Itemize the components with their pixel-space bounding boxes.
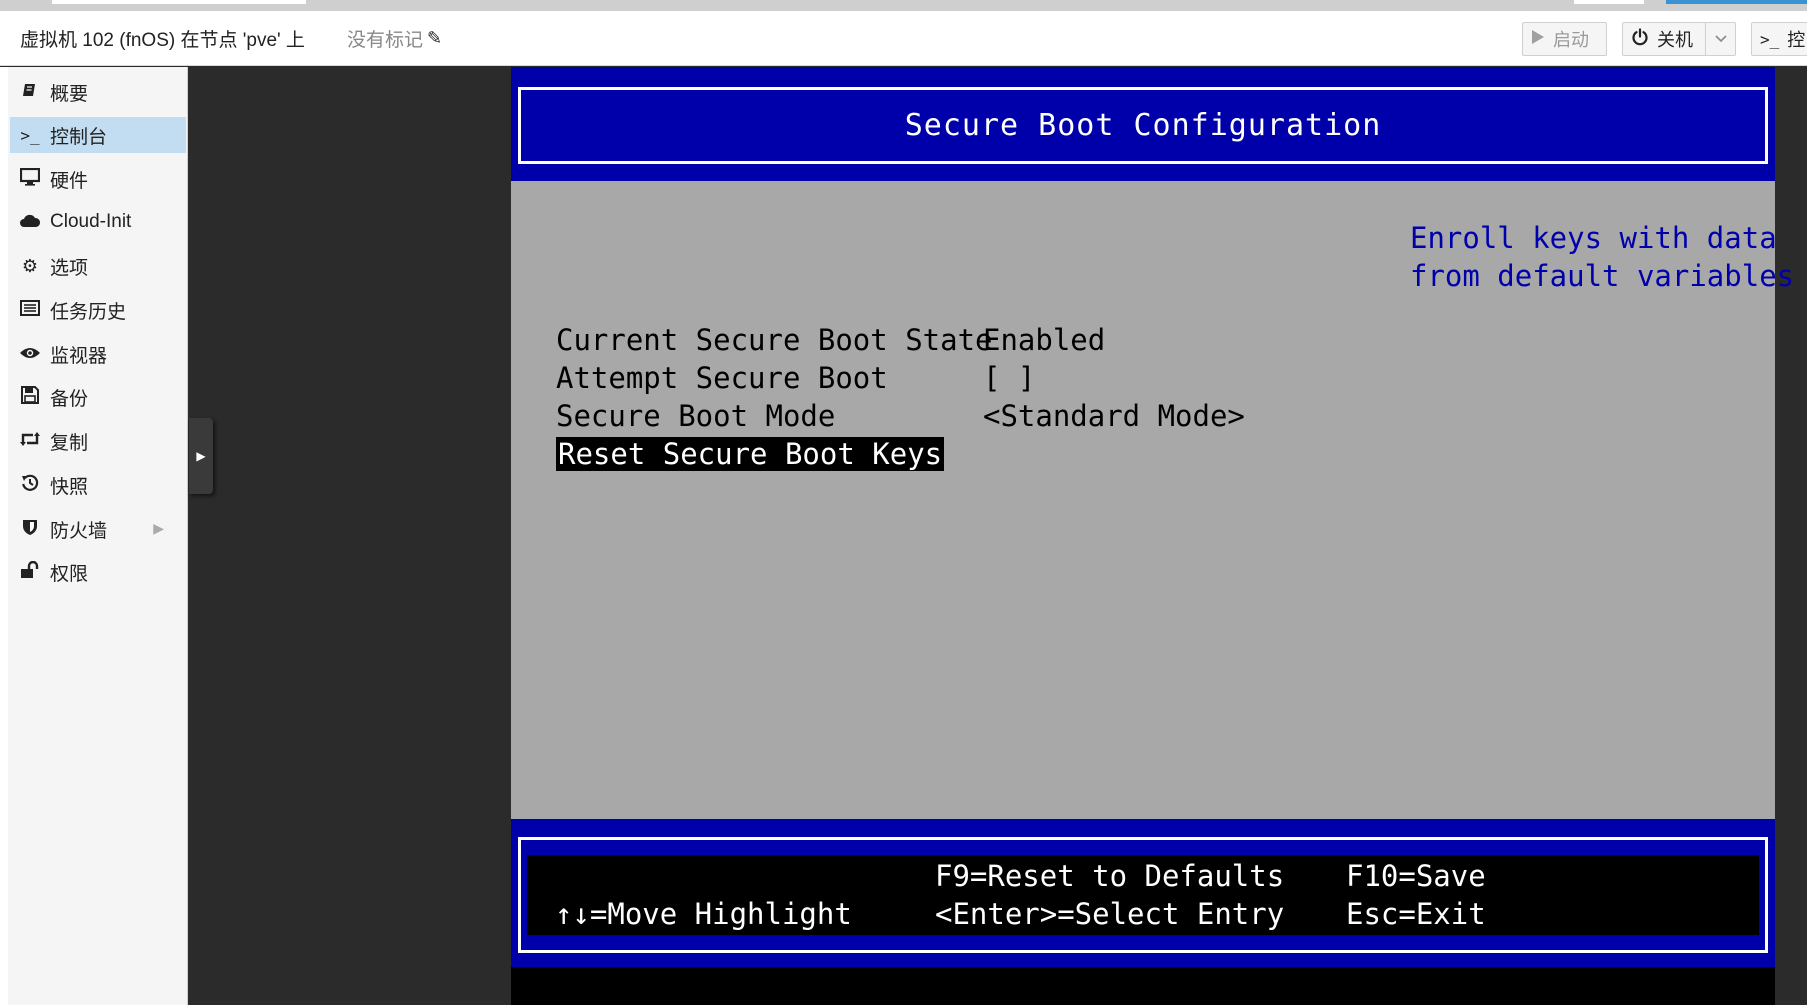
- start-button[interactable]: 启动: [1522, 22, 1607, 56]
- sidebar-item-label: Cloud-Init: [50, 211, 132, 232]
- bios-help-text: Enroll keys with data from default varia…: [1410, 221, 1795, 293]
- page-title: 虚拟机 102 (fnOS) 在节点 'pve' 上: [20, 30, 305, 51]
- top-tab-indicator: [1666, 0, 1807, 4]
- history-icon: [10, 474, 50, 497]
- tags-editor[interactable]: 没有标记 ✎: [347, 25, 442, 52]
- terminal-icon: >_: [20, 125, 40, 145]
- bios-row-label: Secure Boot Mode: [556, 399, 836, 433]
- sidebar-item-label: 监视器: [50, 344, 108, 367]
- cloud-icon: [10, 212, 50, 233]
- sidebar-item-label: 概要: [50, 82, 89, 105]
- sidebar-expand-handle[interactable]: ▶: [189, 418, 213, 494]
- sidebar-item-label: 选项: [50, 256, 89, 279]
- power-icon: [1631, 27, 1649, 51]
- sidebar-item-replication[interactable]: 复制: [10, 423, 186, 459]
- bios-footer: F9=Reset to Defaults F10=Save ↑↓=Move Hi…: [511, 819, 1775, 967]
- shutdown-button[interactable]: 关机: [1622, 22, 1736, 56]
- shield-icon: [10, 518, 50, 541]
- tags-label: 没有标记: [347, 29, 424, 51]
- pencil-icon[interactable]: ✎: [427, 28, 442, 49]
- bios-row-label: Attempt Secure Boot: [556, 361, 888, 395]
- terminal-icon: >_: [1760, 29, 1780, 49]
- footer-f9: F9=Reset to Defaults: [935, 859, 1285, 893]
- vm-header: 虚拟机 102 (fnOS) 在节点 'pve' 上 没有标记 ✎ 启动 关机 …: [0, 11, 1807, 66]
- sidebar-item-permissions[interactable]: 权限: [10, 554, 186, 590]
- gear-icon: ⚙: [21, 255, 39, 277]
- bios-menu-area: Current Secure Boot State Enabled Attemp…: [511, 181, 1794, 819]
- sidebar: 概要 >_ 控制台 硬件 Cloud-Init ⚙ 选项 任务历史 监视器 备份…: [0, 67, 188, 1005]
- bios-title: Secure Boot Configuration: [904, 108, 1382, 143]
- floppy-icon: [10, 385, 50, 409]
- footer-esc: Esc=Exit: [1346, 897, 1486, 931]
- bios-row-label: Current Secure Boot State: [556, 323, 993, 357]
- retweet-icon: [10, 431, 50, 452]
- sidebar-item-label: 快照: [50, 475, 89, 498]
- chevron-right-icon[interactable]: ▶: [153, 521, 164, 537]
- sidebar-item-task-history[interactable]: 任务历史: [10, 292, 186, 328]
- list-icon: [10, 299, 50, 321]
- sidebar-item-snapshot[interactable]: 快照: [10, 467, 186, 503]
- bios-row-attempt-secure-boot[interactable]: Attempt Secure Boot [ ]: [556, 361, 1035, 395]
- sidebar-item-firewall[interactable]: 防火墙 ▶: [10, 511, 186, 547]
- console-button[interactable]: >_ 控: [1751, 22, 1807, 56]
- bios-row-label: Reset Secure Boot Keys: [556, 437, 945, 471]
- sidebar-item-backup[interactable]: 备份: [10, 379, 186, 415]
- footer-enter: <Enter>=Select Entry: [935, 897, 1285, 931]
- footer-f10: F10=Save: [1346, 859, 1486, 893]
- sidebar-item-label: 备份: [50, 387, 89, 410]
- play-icon: [1531, 29, 1545, 50]
- unlock-icon: [10, 560, 50, 584]
- monitor-icon: [10, 167, 50, 191]
- start-button-label: 启动: [1553, 30, 1589, 51]
- bios-row-reset-keys[interactable]: Reset Secure Boot Keys: [556, 437, 945, 471]
- console-button-label: 控: [1787, 30, 1806, 51]
- top-tab-indicator: [52, 0, 306, 4]
- sidebar-item-console[interactable]: >_ 控制台: [10, 117, 186, 153]
- sidebar-item-label: 权限: [50, 562, 89, 585]
- bios-checkbox[interactable]: [ ]: [983, 361, 1035, 395]
- bios-row-secure-boot-mode[interactable]: Secure Boot Mode <Standard Mode>: [556, 399, 1245, 433]
- vm-console-screen[interactable]: Secure Boot Configuration Current Secure…: [511, 67, 1794, 1005]
- sidebar-item-cloud-init[interactable]: Cloud-Init: [10, 204, 186, 240]
- sidebar-item-label: 复制: [50, 431, 89, 454]
- sidebar-item-options[interactable]: ⚙ 选项: [10, 248, 186, 284]
- footer-move: ↑↓=Move Highlight: [555, 897, 852, 931]
- book-icon: [10, 82, 50, 103]
- sidebar-item-label: 控制台: [50, 125, 108, 148]
- chevron-down-icon[interactable]: [1705, 23, 1735, 55]
- sidebar-item-label: 任务历史: [50, 300, 127, 323]
- sidebar-item-summary[interactable]: 概要: [10, 74, 186, 110]
- caret-right-icon: ▶: [196, 449, 206, 463]
- top-strip: [0, 0, 1807, 11]
- bios-row-value[interactable]: <Standard Mode>: [983, 399, 1245, 433]
- sidebar-item-monitor[interactable]: 监视器: [10, 336, 186, 372]
- sidebar-item-label: 防火墙: [50, 519, 108, 542]
- shutdown-button-label: 关机: [1657, 30, 1693, 51]
- top-tab-indicator: [1574, 0, 1644, 4]
- bios-row-value: Enabled: [983, 323, 1106, 357]
- bios-row-secure-boot-state: Current Secure Boot State Enabled: [556, 323, 1105, 357]
- eye-icon: [10, 344, 50, 365]
- sidebar-item-label: 硬件: [50, 169, 89, 192]
- bios-title-bar: Secure Boot Configuration: [511, 67, 1775, 181]
- sidebar-item-hardware[interactable]: 硬件: [10, 161, 186, 197]
